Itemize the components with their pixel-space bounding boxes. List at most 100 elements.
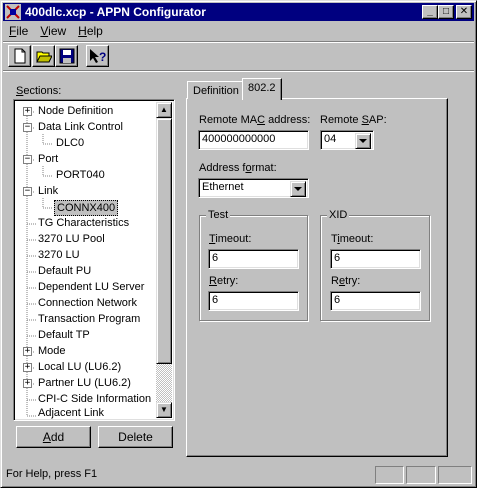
save-file-button[interactable] [55,45,78,67]
xid-retry-label: Retry: [331,275,360,287]
tree-item-port[interactable]: Port [38,152,58,168]
address-format-dropdown-icon[interactable] [290,181,306,197]
test-retry-label: Retry: [209,275,238,287]
remote-sap-dropdown-icon[interactable] [355,133,371,149]
minimize-icon: _ [427,6,433,17]
test-retry-accel: R [209,275,217,287]
menu-view[interactable]: View [34,24,72,38]
remote-mac-label: Remote MAC address: [199,114,310,126]
add-button[interactable]: Add [16,426,91,448]
tree-item-default-tp[interactable]: Default TP [38,328,90,344]
expand-local-lu-icon[interactable]: + [23,363,32,372]
new-file-icon [14,48,25,64]
tree-item-mode[interactable]: Mode [38,344,66,360]
menu-file[interactable]: File [3,24,34,38]
test-timeout-input[interactable]: 6 [208,249,299,269]
tree-item-dlc0[interactable]: DLC0 [56,136,84,152]
tree-item-adjacent-link[interactable]: Adjacent Link [38,406,104,422]
scroll-thumb[interactable] [156,118,172,364]
sections-tree[interactable]: + Node Definition − Data Link Control DL… [13,99,175,421]
address-format-label: Address format: [199,162,277,174]
tree-item-3270-lu[interactable]: 3270 LU [38,248,80,264]
menu-help-label: elp [86,24,103,38]
xid-group-title: XID [327,209,350,221]
status-bar-text: For Help, press F1 [6,468,98,480]
minimize-button[interactable]: _ [422,5,438,19]
address-format-value: Ethernet [202,181,244,193]
tree-item-connx400[interactable]: CONNX400 [54,200,119,216]
svg-text:?: ? [99,50,106,64]
address-format-label-a: Address f [199,162,246,174]
remote-mac-label-b: address: [265,114,311,126]
xid-retry-input[interactable]: 6 [330,291,421,311]
menu-help[interactable]: Help [72,24,109,38]
tree-item-local-lu[interactable]: Local LU (LU6.2) [38,360,121,376]
tree-item-partner-lu[interactable]: Partner LU (LU6.2) [38,376,131,392]
test-retry-input[interactable]: 6 [208,291,299,311]
address-format-label-b: rmat: [251,162,277,174]
tree-item-transaction-program[interactable]: Transaction Program [38,312,140,328]
collapse-link-icon[interactable]: − [23,187,32,196]
menu-view-label: iew [48,24,67,38]
toolbar-top-divider [3,41,474,43]
remote-sap-label: Remote SAP: [320,114,387,126]
delete-button[interactable]: Delete [98,426,173,448]
xid-timeout-label-b: meout: [339,233,374,245]
xid-timeout-label: Timeout: [331,233,373,245]
tree-item-data-link-control[interactable]: Data Link Control [38,120,123,136]
test-group-title: Test [206,209,231,221]
close-button[interactable]: ✕ [456,5,472,19]
menu-help-accel: H [78,24,87,38]
tree-item-port040[interactable]: PORT040 [56,168,105,184]
expand-node-definition-icon[interactable]: + [23,107,32,116]
tab-definition[interactable]: Definition [187,81,245,99]
tree-item-dependent-lu-server[interactable]: Dependent LU Server [38,280,144,296]
maximize-icon: □ [442,6,450,17]
toolbar-bottom-divider [3,70,474,72]
tree-item-tg-characteristics[interactable]: TG Characteristics [38,216,129,232]
tree-item-link[interactable]: Link [38,184,58,200]
xid-retry-label-a: R [331,275,339,287]
new-file-button[interactable] [8,45,31,67]
remote-mac-label-a: Remote MA [199,114,258,126]
context-help-icon: ? [89,49,106,64]
remote-mac-input[interactable]: 400000000000 [198,130,309,150]
remote-sap-label-b: AP: [368,114,387,126]
tree-item-node-definition[interactable]: Node Definition [38,104,113,120]
tab-802-2[interactable]: 802.2 [242,78,282,100]
tree-item-connection-network[interactable]: Connection Network [38,296,137,312]
window-title: 400dlc.xcp - APPN Configurator [25,5,206,19]
status-pane-1 [375,466,404,484]
scroll-down-button[interactable]: ▼ [156,402,172,418]
title-bar[interactable]: 400dlc.xcp - APPN Configurator _ □ ✕ [3,3,474,21]
address-format-select[interactable]: Ethernet [198,178,309,198]
add-button-accel: A [42,430,51,444]
test-timeout-label: Timeout: [209,233,251,245]
menu-file-label: ile [16,24,29,38]
tree-item-3270-lu-pool[interactable]: 3270 LU Pool [38,232,105,248]
collapse-data-link-control-icon[interactable]: − [23,123,32,132]
test-retry-label-text: etry: [216,275,239,287]
maximize-button[interactable]: □ [438,5,454,19]
sections-label-text: ections: [23,85,62,97]
collapse-port-icon[interactable]: − [23,155,32,164]
menu-bar: File View Help [3,22,474,40]
remote-sap-value: 04 [324,133,337,145]
tree-vertical-scrollbar[interactable]: ▲ ▼ [156,102,172,418]
app-network-icon [5,4,21,20]
context-help-button[interactable]: ? [86,45,109,67]
open-file-button[interactable] [32,45,55,67]
scroll-up-button[interactable]: ▲ [156,102,172,118]
tree-item-default-pu[interactable]: Default PU [38,264,91,280]
remote-sap-label-accel: S [361,114,369,126]
save-disk-icon [59,48,74,64]
sections-label: Sections: [16,85,61,97]
status-pane-2 [406,466,436,484]
expand-partner-lu-icon[interactable]: + [23,379,32,388]
xid-timeout-input[interactable]: 6 [330,249,421,269]
remote-sap-select[interactable]: 04 [320,130,374,150]
open-folder-icon [35,51,52,63]
status-pane-3 [438,466,472,484]
add-button-label: dd [50,430,65,444]
expand-mode-icon[interactable]: + [23,347,32,356]
